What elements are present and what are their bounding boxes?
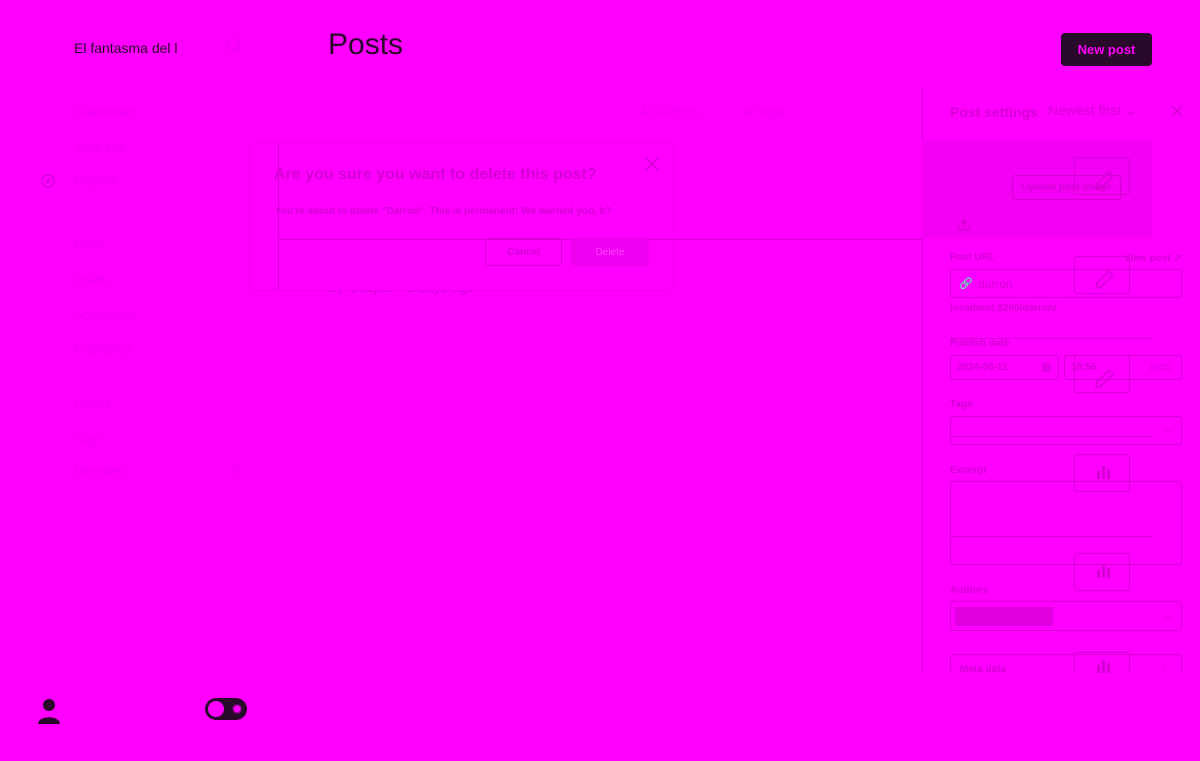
chevron-right-icon: › — [1163, 663, 1167, 675]
sidebar-item-explore[interactable]: Explore — [74, 173, 118, 188]
url-preview: localhost:8200/darron/ — [950, 303, 1057, 314]
modal-title: Are you sure you want to delete this pos… — [274, 166, 597, 183]
authors-label: Authors — [950, 585, 989, 596]
cancel-button[interactable]: Cancel — [485, 238, 562, 266]
sidebar-item-drafts[interactable]: Drafts — [74, 272, 109, 287]
chart-badge — [1074, 652, 1130, 673]
filter-tags[interactable]: All tags — [742, 104, 785, 119]
theme-toggle[interactable]: ✹ — [205, 698, 247, 720]
panel-title: Post settings — [950, 104, 1038, 120]
chevron-down-icon: ⌄ — [1163, 608, 1174, 622]
sun-icon: ✹ — [231, 701, 243, 717]
chart-badge — [1074, 553, 1130, 591]
filter-authors[interactable]: All authors — [640, 104, 701, 119]
sidebar-item-view-site[interactable]: View site — [74, 139, 126, 154]
toggle-knob — [207, 700, 225, 718]
explore-icon — [40, 173, 56, 189]
sidebar-item-dashboard[interactable]: Dashboard — [74, 104, 138, 119]
delete-button[interactable]: Delete — [571, 238, 649, 266]
chevron-down-icon: ⌄ — [1163, 422, 1174, 436]
panel-divider — [950, 536, 1152, 537]
sidebar-item-tags[interactable]: Tags — [74, 431, 101, 446]
post-url-value: darron — [978, 277, 1013, 291]
calendar-icon: ▦ — [1041, 361, 1052, 373]
page-title: Posts — [328, 28, 404, 61]
external-link-icon: ↗ — [1173, 253, 1182, 264]
date-input[interactable]: 2024-06-11 ▦ — [950, 355, 1059, 380]
search-icon[interactable] — [224, 36, 246, 63]
site-title[interactable]: El fantasma del l — [74, 40, 178, 56]
timezone-label: (UTC) — [1150, 363, 1172, 372]
meta-data-row[interactable]: Meta data › — [950, 654, 1182, 675]
sidebar-item-published[interactable]: Published — [74, 342, 131, 357]
upload-image-button[interactable]: Upload post image — [1012, 175, 1121, 200]
view-post-link[interactable]: View post ↗ — [1124, 253, 1182, 264]
close-icon[interactable] — [645, 157, 659, 176]
sidebar-item-scheduled[interactable]: Scheduled — [74, 307, 135, 322]
excerpt-label: Excerpt — [950, 465, 987, 476]
members-count: 0 — [232, 463, 240, 478]
sidebar-item-members[interactable]: Members — [74, 463, 128, 478]
close-icon[interactable] — [1170, 104, 1184, 123]
new-post-button[interactable]: New post — [1061, 33, 1152, 66]
user-avatar-icon[interactable] — [36, 696, 62, 731]
sidebar-item-posts[interactable]: Posts — [74, 237, 107, 252]
sidebar-item-pages[interactable]: Pages — [74, 396, 111, 411]
publish-date-label: Publish date — [950, 338, 1010, 349]
post-url-input[interactable]: 🔗 darron — [950, 269, 1182, 298]
pencil-badge — [1074, 355, 1130, 393]
author-token[interactable] — [955, 607, 1053, 626]
pencil-badge — [1074, 256, 1130, 294]
tags-label: Tags — [950, 399, 973, 410]
modal-message: You're about to delete "Darron". This is… — [275, 206, 612, 217]
meta-data-label: Meta data — [960, 664, 1007, 675]
date-value: 2024-06-11 — [957, 362, 1008, 373]
excerpt-textarea[interactable] — [950, 481, 1182, 565]
panel-divider — [950, 436, 1152, 437]
post-url-label: Post URL — [950, 252, 995, 263]
link-icon: 🔗 — [959, 278, 973, 290]
tags-select[interactable]: ⌄ — [950, 416, 1182, 445]
upload-icon[interactable] — [958, 218, 970, 236]
